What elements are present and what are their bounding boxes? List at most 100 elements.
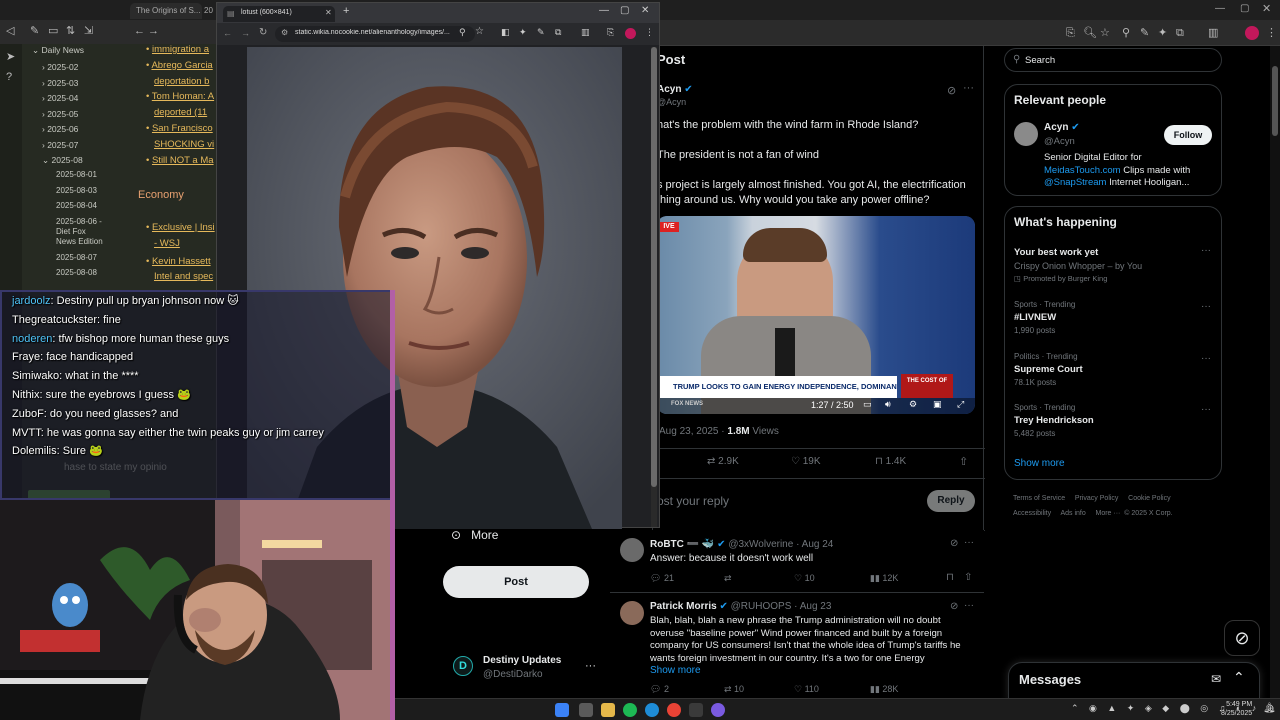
more-dots-icon[interactable]: ··· <box>963 82 974 94</box>
reply-action-like[interactable]: ♡ 10 <box>794 573 815 584</box>
back-arrow-icon[interactable]: ◁ <box>6 18 14 44</box>
reload-icon[interactable]: ↻ <box>259 27 267 38</box>
grok-icon[interactable]: ⊘ <box>950 601 958 612</box>
retweet-button[interactable]: ⇄ 2.9K <box>707 456 739 467</box>
note-link[interactable]: • Kevin Hassett <box>146 254 215 270</box>
tree-day[interactable]: 2025-08-08 <box>56 265 106 281</box>
search-box[interactable]: ⚲ Search <box>1004 48 1222 72</box>
extension-icon-2[interactable]: ✎ <box>1140 20 1149 46</box>
share-button[interactable]: ⇧ <box>959 455 968 468</box>
obsidian-icon[interactable] <box>711 703 725 717</box>
bookmark-star-icon[interactable]: ☆ <box>475 26 484 37</box>
tree-day[interactable]: 2025-08-03 <box>56 183 106 199</box>
sort-icon[interactable]: ⇅ <box>66 18 75 44</box>
clock[interactable]: 5:49 PM 8/25/2025 <box>1221 700 1252 718</box>
reply-item[interactable]: Patrick Morris ✔ @RUHOOPS · Aug 23 ⊘ ···… <box>610 593 984 700</box>
nav-back-icon[interactable]: ← <box>134 18 145 44</box>
folder-icon[interactable]: ▭ <box>48 18 58 44</box>
reply-action-views[interactable]: ▮▮ 28K <box>870 684 898 695</box>
note-link[interactable]: • San Francisco <box>146 121 214 137</box>
task-view-icon[interactable] <box>579 703 593 717</box>
grok-floating-icon[interactable]: ⊘ <box>1224 620 1260 656</box>
extension-icon-2[interactable]: ✦ <box>519 27 527 38</box>
bookmark-star-icon[interactable]: ☆ <box>1100 20 1110 46</box>
site-info-icon[interactable]: ⚙ <box>281 28 288 37</box>
person-name-line[interactable]: Acyn ✔ <box>1044 122 1080 133</box>
tree-item[interactable]: › 2025-02 <box>42 60 83 76</box>
minimize-icon[interactable]: — <box>1215 3 1225 14</box>
show-more-link[interactable]: Show more <box>650 665 701 676</box>
more-dots-icon[interactable]: ··· <box>1201 353 1211 364</box>
edit-icon[interactable]: ✎ <box>30 18 39 44</box>
tree-item[interactable]: › 2025-04 <box>42 91 83 107</box>
extension-icon[interactable]: ◧ <box>501 27 510 38</box>
bookmark-button[interactable]: ⊓ 1.4K <box>875 456 906 467</box>
tree-day[interactable]: 2025-08-01 <box>56 167 106 183</box>
footer-link[interactable]: Cookie Policy <box>1128 495 1170 502</box>
maximize-icon[interactable]: ▢ <box>1240 3 1249 14</box>
tree-item[interactable]: › 2025-06 <box>42 122 83 138</box>
tab-origins[interactable]: The Origins of S... <box>130 3 202 19</box>
minimize-icon[interactable]: — <box>599 5 609 16</box>
note-link[interactable]: • Tom Homan: A <box>146 89 214 105</box>
account-name[interactable]: Destiny Updates <box>483 655 561 666</box>
pip-icon[interactable]: ▣ <box>933 399 942 410</box>
reply-action-views[interactable]: ▮▮ 12K <box>870 573 898 584</box>
new-message-icon[interactable]: ✉ <box>1211 672 1221 686</box>
grok-icon[interactable]: ⊘ <box>947 84 956 97</box>
note-link[interactable]: • immigration a <box>146 42 214 58</box>
post-button[interactable]: Post <box>443 566 589 598</box>
tree-item[interactable]: › 2025-05 <box>42 107 83 123</box>
reply-button[interactable]: Reply <box>927 490 975 512</box>
reply-action-retweet[interactable]: ⇄ 10 <box>724 684 744 695</box>
trend-item[interactable]: Your best work yet Crispy Onion Whopper … <box>1014 247 1214 283</box>
footer-link[interactable]: Privacy Policy <box>1075 495 1119 502</box>
profile-avatar[interactable] <box>625 28 636 39</box>
show-more-link[interactable]: Show more <box>1014 458 1065 469</box>
tree-item[interactable]: › 2025-03 <box>42 76 83 92</box>
tree-day[interactable]: 2025-08-06 - Diet Fox News Edition <box>56 217 106 247</box>
more-dots-icon[interactable]: ··· <box>1201 404 1211 415</box>
sidebar-icon[interactable]: ▥ <box>581 27 590 38</box>
note-link[interactable]: deported (11 <box>146 105 214 121</box>
extension-icon-3[interactable]: ✦ <box>1158 20 1167 46</box>
avatar[interactable] <box>1014 122 1038 146</box>
back-arrow-icon[interactable]: ← <box>223 28 232 38</box>
bio-link[interactable]: @SnapStream <box>1044 177 1106 188</box>
footer-link[interactable]: Accessibility <box>1013 510 1051 517</box>
fullscreen-icon[interactable]: ⤢ <box>957 399 964 410</box>
puzzle-icon[interactable]: ⧉ <box>1176 20 1184 46</box>
maximize-icon[interactable]: ▢ <box>620 5 629 16</box>
zoom-icon[interactable]: 🔍︎ <box>1083 20 1097 46</box>
note-link[interactable]: • Exclusive | Insi <box>146 220 215 236</box>
avatar[interactable] <box>620 538 644 562</box>
trend-item[interactable]: Sports · Trending Trey Hendrickson 5,482… <box>1014 403 1214 438</box>
bio-link[interactable]: MeidasTouch.com <box>1044 165 1121 176</box>
tree-item[interactable]: › 2025-07 <box>42 138 83 154</box>
captions-icon[interactable]: ▭ <box>863 399 872 410</box>
close-icon[interactable]: ✕ <box>1262 2 1271 15</box>
footer-link[interactable]: Terms of Service <box>1013 495 1065 502</box>
chrome-icon[interactable] <box>667 703 681 717</box>
share-icon[interactable]: ⇧ <box>964 572 972 583</box>
more-dots-icon[interactable]: ··· <box>964 537 974 548</box>
collapse-icon[interactable]: ⇲ <box>84 18 93 44</box>
author-line[interactable]: Acyn ✔ <box>657 84 693 95</box>
note-link[interactable]: SHOCKING vi <box>146 137 214 153</box>
help-icon[interactable]: ? <box>6 64 12 90</box>
file-explorer-icon[interactable] <box>601 703 615 717</box>
app-icon[interactable] <box>689 703 703 717</box>
expand-chevron-icon[interactable]: ⌃ <box>1233 669 1245 686</box>
note-link[interactable]: • Still NOT a Ma <box>146 153 214 169</box>
trend-item[interactable]: Politics · Trending Supreme Court 78.1K … <box>1014 352 1214 387</box>
page-scrollbar[interactable] <box>1270 46 1280 698</box>
settings-gear-icon[interactable]: ⚙ <box>909 399 917 410</box>
footer-link[interactable]: Ads info <box>1060 510 1085 517</box>
reply-action-retweet[interactable]: ⇄ <box>724 573 732 584</box>
nav-forward-icon[interactable]: → <box>148 18 159 44</box>
tree-day[interactable]: 2025-08-04 <box>56 198 106 214</box>
reply-input[interactable]: ost your reply <box>657 494 729 508</box>
popup-scrollbar[interactable] <box>651 47 657 527</box>
spotify-icon[interactable] <box>623 703 637 717</box>
menu-kebab-icon[interactable]: ⋮ <box>1266 20 1277 46</box>
